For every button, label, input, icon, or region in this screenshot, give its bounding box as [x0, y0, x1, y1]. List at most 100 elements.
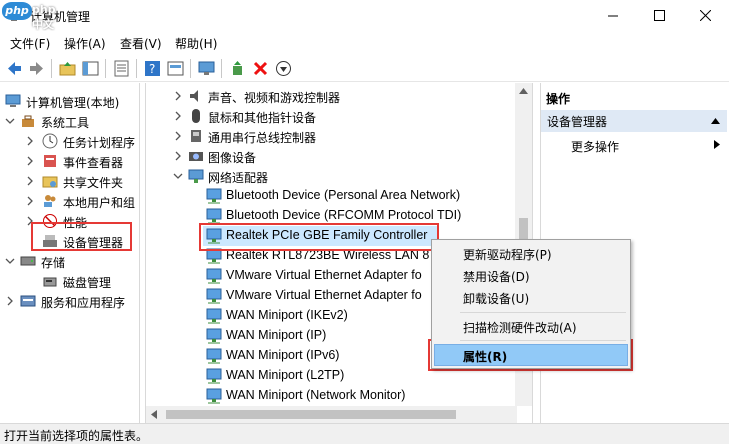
console-tree-pane: 计算机管理(本地) 系统工具 任务计划程序 事件查看器 共享文件夹 本地用户和组 性能 设备管… [0, 83, 140, 423]
show-hide-tree-button[interactable] [80, 58, 101, 79]
update-driver-button[interactable] [227, 58, 248, 79]
device-item-label: Bluetooth Device (Personal Area Network) [226, 188, 461, 202]
maximize-icon [654, 10, 665, 21]
tree-expander-icon[interactable] [25, 155, 35, 167]
category-expander-icon[interactable] [173, 90, 183, 102]
network-adapter-icon [206, 388, 222, 404]
network-adapter-icon [206, 328, 222, 344]
usb-icon [191, 130, 201, 142]
network-adapter-icon [206, 208, 222, 224]
tree-item-label: 计算机管理(本地) [26, 96, 120, 110]
minimize-icon [608, 15, 618, 17]
context-disable-device[interactable]: 禁用设备(D) [463, 268, 530, 285]
actions-section-device-manager[interactable]: 设备管理器 [541, 110, 727, 132]
tree-item-tools[interactable]: 系统工具 [0, 111, 139, 131]
device-item-label: Bluetooth Device (RFCOMM Protocol TDI) [226, 208, 462, 222]
device-item-label: WAN Miniport (IKEv2) [226, 308, 348, 322]
camera-icon [189, 152, 203, 161]
horizontal-scroll-thumb[interactable] [166, 410, 456, 419]
tree-item-label: 系统工具 [41, 116, 90, 130]
scan-hardware-button[interactable] [196, 58, 217, 79]
tree-expander-icon[interactable] [25, 135, 35, 147]
status-bar: 打开当前选择项的属性表。 [0, 423, 729, 444]
context-properties[interactable]: 属性(R) [463, 348, 507, 365]
category-expander-icon[interactable] [173, 130, 183, 142]
uninstall-device-button[interactable] [250, 58, 271, 79]
highlight-device-manager [31, 222, 132, 251]
device-item-label: VMware Virtual Ethernet Adapter fo [226, 268, 422, 282]
context-update-driver[interactable]: 更新驱动程序(P) [463, 246, 552, 263]
watermark: php php 中文网 [0, 0, 62, 47]
tree-expander-icon[interactable] [5, 295, 15, 307]
tree-item-clock[interactable]: 任务计划程序 [0, 131, 139, 151]
device-category-label: 通用串行总线控制器 [208, 131, 317, 145]
context-menu: 更新驱动程序(P) 禁用设备(D) 卸载设备(U) 扫描检测硬件改动(A) 属性… [431, 239, 631, 369]
device-category-label: 图像设备 [208, 151, 257, 165]
device-item-label: WAN Miniport (IP) [226, 328, 327, 342]
close-button[interactable] [683, 0, 729, 31]
tree-item-users[interactable]: 本地用户和组 [0, 191, 139, 211]
tree-item-services[interactable]: 服务和应用程序 [0, 291, 139, 311]
horizontal-scrollbar[interactable] [146, 406, 517, 423]
tree-item-computer[interactable]: 计算机管理(本地) [0, 91, 139, 111]
device-category[interactable]: 网络适配器 [146, 166, 516, 186]
php-logo: php [2, 2, 32, 20]
network-adapter-icon [206, 288, 222, 304]
folder-up-icon [59, 62, 76, 76]
disk-management-icon [43, 277, 57, 287]
forward-button[interactable] [26, 58, 47, 79]
device-category[interactable]: 声音、视频和游戏控制器 [146, 86, 516, 106]
shared-folder-icon [42, 176, 58, 188]
category-expander-icon[interactable] [173, 110, 183, 122]
menu-help[interactable]: 帮助(H) [175, 35, 217, 52]
device-item[interactable]: Bluetooth Device (Personal Area Network) [146, 186, 516, 206]
device-category[interactable]: 图像设备 [146, 146, 516, 166]
maximize-button[interactable] [637, 0, 683, 31]
tree-expander-icon[interactable] [5, 255, 15, 267]
export-list-button[interactable] [111, 58, 132, 79]
tree-expander-icon[interactable] [25, 175, 35, 187]
tree-item-label: 磁盘管理 [63, 276, 112, 290]
computer-icon [5, 94, 21, 107]
list-icon [114, 60, 129, 77]
back-arrow-icon [8, 62, 21, 75]
network-adapter-icon [206, 188, 222, 204]
context-uninstall-device[interactable]: 卸载设备(U) [463, 290, 529, 307]
help-icon: ? [145, 61, 160, 76]
device-item-label: WAN Miniport (IPv6) [226, 348, 340, 362]
submenu-arrow-icon [714, 140, 720, 149]
up-folder-button[interactable] [57, 58, 78, 79]
help-button[interactable]: ? [142, 58, 163, 79]
storage-icon [20, 256, 36, 266]
device-item-label: WAN Miniport (L2TP) [226, 368, 345, 382]
down-arrow-circle-icon [276, 61, 291, 76]
more-actions-item[interactable]: 更多操作 [571, 138, 619, 155]
clock-icon [42, 133, 58, 149]
scroll-up-icon [519, 88, 528, 94]
network-adapter-icon [206, 368, 222, 384]
back-button[interactable] [4, 58, 25, 79]
minimize-button[interactable] [591, 0, 637, 31]
tree-expander-icon[interactable] [25, 195, 35, 207]
tree-item-disk-management[interactable]: 磁盘管理 [0, 271, 139, 291]
enable-device-button[interactable] [273, 58, 294, 79]
tree-item-storage[interactable]: 存储 [0, 251, 139, 271]
category-expander-icon[interactable] [173, 150, 183, 162]
network-adapter-icon [206, 348, 222, 364]
users-icon [44, 195, 56, 207]
menu-file[interactable]: 文件(F) [10, 35, 50, 52]
mouse-icon [192, 109, 200, 123]
device-category[interactable]: 通用串行总线控制器 [146, 126, 516, 146]
tree-item-label: 任务计划程序 [63, 136, 136, 150]
tree-item-shared-folder[interactable]: 共享文件夹 [0, 171, 139, 191]
category-expander-icon[interactable] [173, 170, 183, 182]
device-item[interactable]: WAN Miniport (Network Monitor) [146, 386, 516, 406]
menu-view[interactable]: 查看(V) [120, 35, 162, 52]
device-category[interactable]: 鼠标和其他指针设备 [146, 106, 516, 126]
tree-expander-icon[interactable] [5, 115, 15, 127]
properties-toolbar-button[interactable] [165, 58, 186, 79]
context-scan-hardware[interactable]: 扫描检测硬件改动(A) [463, 319, 577, 336]
tree-item-event-viewer[interactable]: 事件查看器 [0, 151, 139, 171]
menu-action[interactable]: 操作(A) [64, 35, 106, 52]
device-category-label: 鼠标和其他指针设备 [208, 111, 317, 125]
